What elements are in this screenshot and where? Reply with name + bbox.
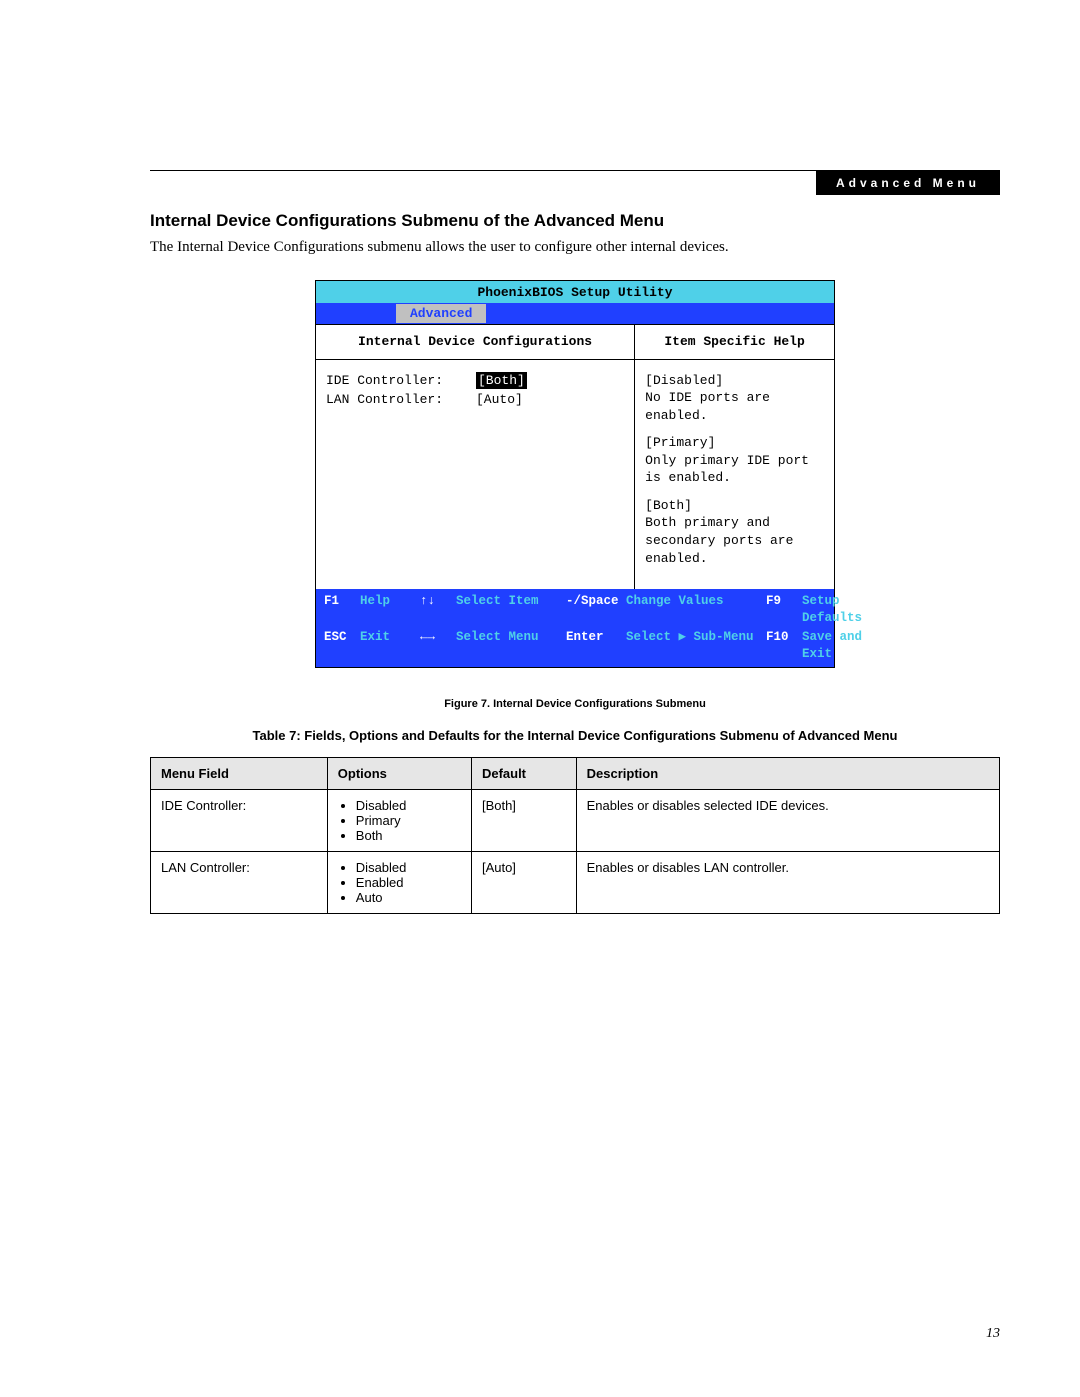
th-description: Description — [576, 757, 999, 789]
bios-key-esc: ESC — [324, 629, 360, 663]
section-intro: The Internal Device Configurations subme… — [150, 239, 1000, 256]
bios-app-title: PhoenixBIOS Setup Utility — [316, 281, 834, 303]
bios-help-title: [Both] — [645, 497, 824, 515]
bios-lbl-help: Help — [360, 593, 420, 627]
table-caption: Table 7: Fields, Options and Defaults fo… — [150, 728, 1000, 743]
cell-default: [Auto] — [471, 851, 576, 913]
bios-screenshot: PhoenixBIOS Setup Utility Advanced Inter… — [315, 280, 835, 668]
bios-field-label: IDE Controller: — [326, 372, 476, 390]
bios-field-value: [Both] — [476, 372, 527, 390]
bios-left-header: Internal Device Configurations — [316, 325, 634, 360]
bios-field-row: IDE Controller: [Both] — [326, 372, 624, 390]
cell-default: [Both] — [471, 789, 576, 851]
bios-lbl-select-item: Select Item — [456, 593, 566, 627]
bios-field-label: LAN Controller: — [326, 391, 476, 409]
bios-help-body: Both primary and secondary ports are ena… — [645, 514, 824, 567]
cell-field: LAN Controller: — [151, 851, 328, 913]
bios-lbl-select-menu: Select Menu — [456, 629, 566, 663]
table-row: IDE Controller: Disabled Primary Both [B… — [151, 789, 1000, 851]
options-table: Menu Field Options Default Description I… — [150, 757, 1000, 914]
option-item: Both — [356, 828, 461, 843]
bios-tab-advanced: Advanced — [396, 304, 486, 324]
cell-field: IDE Controller: — [151, 789, 328, 851]
cell-description: Enables or disables selected IDE devices… — [576, 789, 999, 851]
table-row: LAN Controller: Disabled Enabled Auto [A… — [151, 851, 1000, 913]
bios-key-f1: F1 — [324, 593, 360, 627]
bios-right-header: Item Specific Help — [635, 325, 834, 360]
bios-lbl-save-exit: Save and Exit — [802, 629, 862, 663]
bios-key-updown: ↑↓ — [420, 593, 456, 627]
bios-lbl-setup-defaults: Setup Defaults — [802, 593, 862, 627]
bios-key-f9: F9 — [766, 593, 802, 627]
bios-field-value: [Auto] — [476, 391, 523, 409]
bios-key-leftright: ←→ — [420, 629, 456, 663]
option-item: Enabled — [356, 875, 461, 890]
cell-options: Disabled Enabled Auto — [327, 851, 471, 913]
bios-help-title: [Disabled] — [645, 372, 824, 390]
cell-description: Enables or disables LAN controller. — [576, 851, 999, 913]
bios-lbl-exit: Exit — [360, 629, 420, 663]
top-rule: Advanced Menu — [150, 170, 1000, 171]
bios-lbl-change-values: Change Values — [626, 593, 766, 627]
th-default: Default — [471, 757, 576, 789]
option-item: Primary — [356, 813, 461, 828]
option-item: Auto — [356, 890, 461, 905]
figure-caption: Figure 7. Internal Device Configurations… — [150, 698, 1000, 710]
option-item: Disabled — [356, 798, 461, 813]
bios-field-row: LAN Controller: [Auto] — [326, 391, 624, 409]
bios-help-title: [Primary] — [645, 434, 824, 452]
bios-help-body: No IDE ports are enabled. — [645, 389, 824, 424]
bios-help-body: Only primary IDE port is enabled. — [645, 452, 824, 487]
bios-key-f10: F10 — [766, 629, 802, 663]
option-item: Disabled — [356, 860, 461, 875]
section-title: Internal Device Configurations Submenu o… — [150, 211, 1000, 231]
bios-help-block: [Primary] Only primary IDE port is enabl… — [645, 434, 824, 487]
cell-options: Disabled Primary Both — [327, 789, 471, 851]
th-menu-field: Menu Field — [151, 757, 328, 789]
bios-key-enter: Enter — [566, 629, 626, 663]
bios-help-block: [Disabled] No IDE ports are enabled. — [645, 372, 824, 425]
bios-key-minus-space: -/Space — [566, 593, 626, 627]
page-number: 13 — [986, 1326, 1000, 1342]
th-options: Options — [327, 757, 471, 789]
bios-lbl-select-submenu: Select ▶ Sub-Menu — [626, 629, 766, 663]
bios-footer: F1 Help ↑↓ Select Item -/Space Change Va… — [316, 589, 834, 667]
bios-tab-bar: Advanced — [316, 303, 834, 325]
header-section-tab: Advanced Menu — [816, 171, 1000, 195]
bios-help-block: [Both] Both primary and secondary ports … — [645, 497, 824, 567]
